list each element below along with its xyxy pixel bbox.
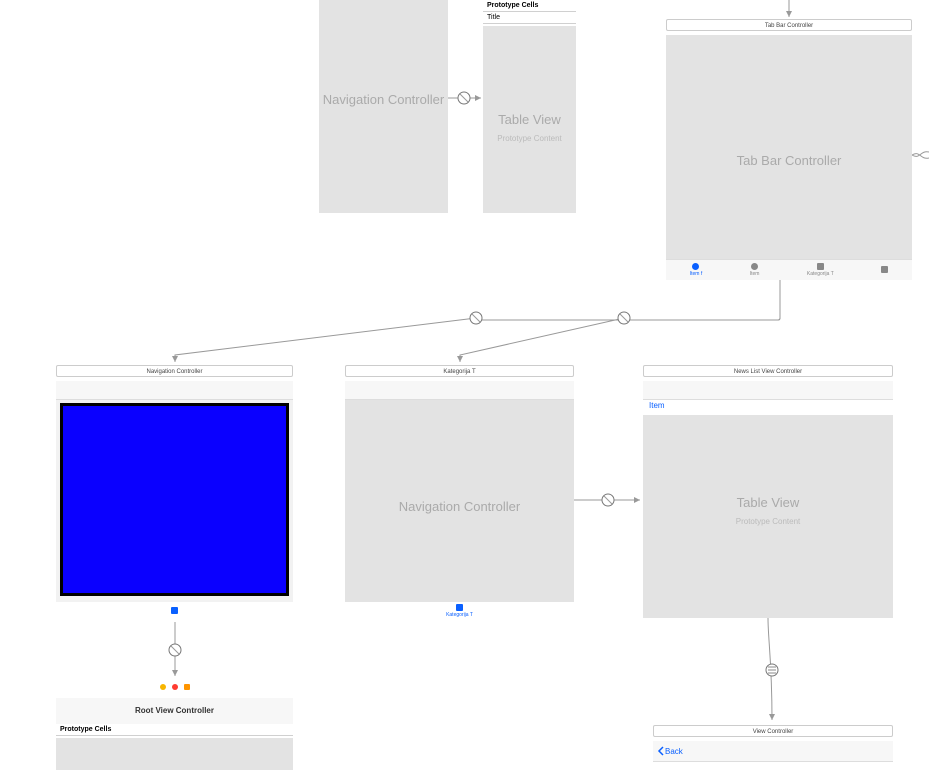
scene-title-kategorija: Kategorija T — [345, 365, 574, 377]
scene-news-list-view-controller[interactable]: News List View Controller Item Table Vie… — [643, 365, 893, 618]
tab-label: Item f — [690, 271, 703, 277]
table-view-body: Table View Prototype Content — [483, 26, 576, 213]
prototype-cell-row[interactable]: Title — [483, 12, 576, 24]
table-view-placeholder: Table View — [483, 112, 576, 127]
nav-controller-placeholder: Navigation Controller — [319, 92, 448, 107]
tab-icon — [456, 604, 463, 611]
tabbar-body: Tab Bar Controller Item f Item Kategorij… — [666, 35, 912, 280]
tab-item-single[interactable] — [171, 607, 178, 615]
tab-bar: Item f Item Kategorija T — [666, 259, 912, 280]
tab-icon — [692, 263, 699, 270]
tab-icon — [171, 607, 178, 614]
tab-item-3[interactable]: Kategorija T — [807, 263, 834, 277]
navkat-placeholder: Navigation Controller — [345, 499, 574, 514]
root-body — [56, 738, 293, 770]
back-label: Back — [665, 747, 683, 756]
scene-navigation-controller-kategorija[interactable]: Kategorija T Navigation Controller Kateg… — [345, 365, 574, 620]
tabbar-placeholder: Tab Bar Controller — [666, 153, 912, 168]
tab-icon — [817, 263, 824, 270]
back-button[interactable]: Back — [653, 746, 683, 756]
viewctrl-navbar: Back — [653, 741, 893, 762]
tab-icon — [881, 266, 888, 273]
prototype-cells-header: Prototype Cells — [483, 0, 576, 12]
nav-controller-body: Navigation Controller — [319, 0, 448, 213]
tab-label: Item — [750, 271, 760, 277]
tab-label: Kategorija T — [807, 271, 834, 277]
blue-view — [63, 406, 286, 593]
scene-navigation-controller-top[interactable]: Navigation Controller — [319, 0, 448, 213]
tab-item-4[interactable] — [881, 266, 888, 274]
root-prototype-area: Prototype Cells — [56, 724, 293, 736]
dock-exit-icon[interactable] — [172, 684, 178, 690]
scene-navigation-controller-blue[interactable]: Navigation Controller — [56, 365, 293, 620]
scene-root-view-controller[interactable]: Root View Controller Prototype Cells — [56, 680, 293, 770]
dock-first-responder-icon[interactable] — [160, 684, 166, 690]
tab-icon — [751, 263, 758, 270]
chevron-left-icon — [657, 746, 665, 756]
root-title: Root View Controller — [56, 698, 293, 724]
navkat-body: Navigation Controller Kategorija T — [345, 381, 574, 620]
nav-bar — [56, 381, 293, 400]
simulator-frame — [60, 403, 289, 596]
table-view-sub: Prototype Content — [483, 134, 576, 143]
scene-view-controller[interactable]: View Controller Back — [653, 725, 893, 771]
scene-table-view-top[interactable]: Prototype Cells Title Table View Prototy… — [483, 0, 576, 213]
scene-tab-bar-controller[interactable]: Tab Bar Controller Tab Bar Controller It… — [666, 19, 912, 280]
scene-title-viewctrl: View Controller — [653, 725, 893, 737]
storyboard-canvas[interactable]: Navigation Controller Prototype Cells Ti… — [0, 0, 929, 771]
newslist-item-label[interactable]: Item — [649, 401, 665, 410]
dock-storyboard-ref-icon[interactable] — [184, 684, 190, 690]
newslist-placeholder: Table View — [643, 495, 893, 510]
nav-blue-body — [56, 381, 293, 620]
tab-item-2[interactable]: Item — [750, 263, 760, 277]
scene-title-newslist: News List View Controller — [643, 365, 893, 377]
tab-item-1[interactable]: Item f — [690, 263, 703, 277]
newslist-sub: Prototype Content — [643, 517, 893, 526]
root-nav-bar: Root View Controller — [56, 698, 293, 725]
scene-dock — [56, 680, 293, 694]
root-prototype-header: Prototype Cells — [56, 724, 293, 736]
scene-title-nav-blue: Navigation Controller — [56, 365, 293, 377]
newslist-navbar — [643, 381, 893, 400]
navkat-navbar — [345, 381, 574, 400]
newslist-body: Table View Prototype Content — [643, 415, 893, 618]
tab-label: Kategorija T — [446, 612, 473, 618]
scene-title-tabbar: Tab Bar Controller — [666, 19, 912, 31]
prototype-cells-area: Prototype Cells Title — [483, 0, 576, 24]
tab-item-kategorija[interactable]: Kategorija T — [446, 604, 473, 618]
